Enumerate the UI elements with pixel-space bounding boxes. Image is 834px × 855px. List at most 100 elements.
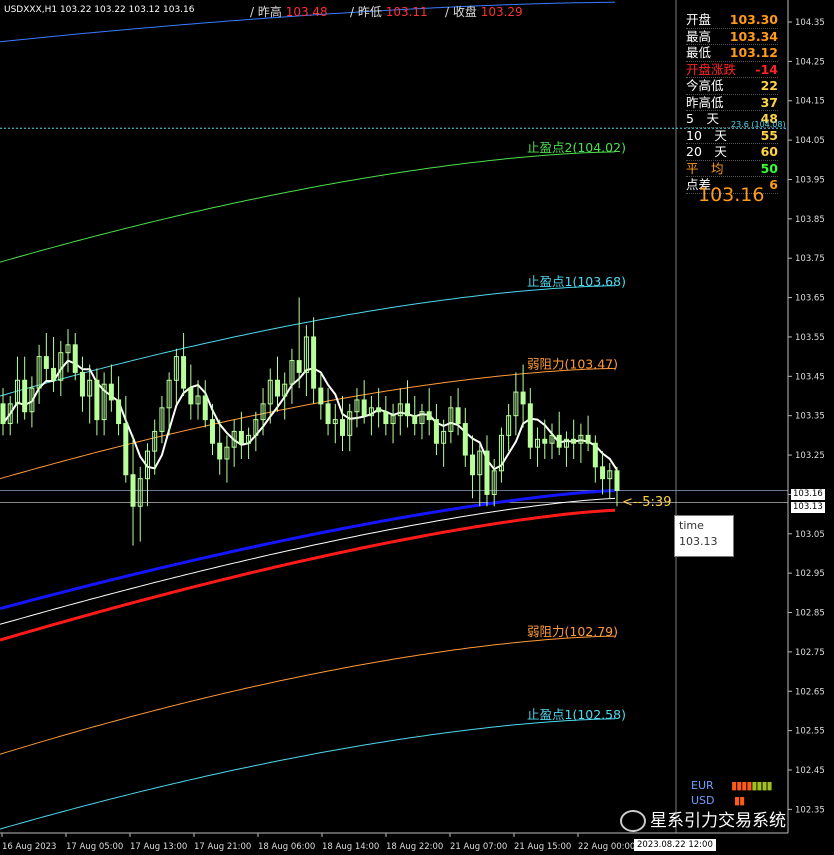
candle-body (51, 367, 57, 381)
candle-body (571, 438, 577, 444)
stats-key: 20 天 (686, 144, 727, 159)
candle-body (325, 403, 331, 425)
y-tick-label: 102.35 (795, 805, 825, 815)
candle-body (470, 454, 476, 476)
candle-body (592, 442, 598, 468)
candle-body (0, 403, 6, 425)
candle-body (274, 379, 280, 397)
candle-body (209, 419, 215, 444)
level-label: 弱阻力(103.47) (527, 356, 618, 371)
level-label: 止盈点1(103.68) (527, 274, 626, 289)
legend-eur: EUR ▮▮▮▮▮▮▮▮ (691, 779, 773, 792)
y-tick-label: 103.65 (795, 294, 825, 304)
stats-value: 22 (760, 78, 778, 93)
stats-row: 昨高低 37 (686, 94, 778, 111)
candle-body (108, 383, 114, 401)
x-tick-label: 18 Aug 06:00 (258, 842, 315, 852)
y-tick-label: 102.55 (795, 727, 825, 737)
symbol-header: USDXXX,H1 103.22 103.22 103.12 103.16 (4, 5, 195, 15)
candle-body (426, 411, 432, 421)
candle-body (542, 438, 548, 444)
candle-body (318, 387, 324, 405)
ma-blue (0, 489, 616, 611)
y-tick-label: 103.75 (795, 254, 825, 264)
fib-label: 23.6 (104.08) (731, 120, 786, 129)
y-tick-label: 103.25 (795, 451, 825, 461)
x-tick-label: 16 Aug 2023 (2, 842, 56, 852)
x-tick-label: 17 Aug 13:00 (130, 842, 187, 852)
yesterday-low: / 昨低 103.11 (350, 5, 428, 19)
y-tick-label: 103.55 (795, 333, 825, 343)
wechat-icon (620, 810, 646, 832)
candle-body (22, 379, 28, 413)
candle-body (361, 399, 367, 417)
candle-body (116, 399, 122, 425)
y-tick-label: 103.35 (795, 412, 825, 422)
ask-price-tag: 103.13 (791, 502, 825, 513)
x-tick-label: 17 Aug 21:00 (194, 842, 251, 852)
stats-key: 5 天 (686, 111, 719, 126)
cursor-time-label: 2023.08.22 12:00 (634, 839, 716, 851)
candle-body (311, 336, 317, 389)
stats-row: 今高低 22 (686, 78, 778, 95)
stats-row: 平 均 50 (686, 160, 778, 177)
y-tick-label: 102.65 (795, 687, 825, 697)
stats-row: 开盘涨跌 -14 (686, 61, 778, 78)
candle-body (376, 407, 382, 413)
y-tick-label: 104.15 (795, 97, 825, 107)
level-curve (0, 151, 616, 263)
level-label: 止盈点1(102.58) (527, 707, 626, 722)
x-tick-label: 18 Aug 22:00 (386, 842, 443, 852)
x-tick-label: 22 Aug 00:00 (578, 842, 635, 852)
candle-body (238, 430, 244, 444)
stats-row: 开盘 103.30 (686, 12, 778, 29)
candle-body (188, 387, 194, 405)
candle-body (123, 423, 129, 476)
candle-body (130, 474, 136, 507)
tooltip-title: time (679, 519, 704, 532)
stats-value: 103.30 (729, 12, 778, 27)
stats-value: 37 (760, 94, 778, 110)
x-tick-label: 18 Aug 14:00 (322, 842, 379, 852)
stats-row: 20 天 60 (686, 144, 778, 161)
candle-body (585, 434, 591, 444)
candle-body (94, 379, 100, 421)
stats-row: 最低 103.12 (686, 45, 778, 62)
level-curve (0, 718, 616, 830)
stats-value: 50 (760, 160, 778, 176)
candle-body (43, 356, 49, 369)
stats-row: 最高 103.34 (686, 28, 778, 45)
watermark: 星系引力交易系统 (620, 806, 786, 832)
candle-body (600, 466, 606, 480)
x-tick-label: 21 Aug 07:00 (450, 842, 507, 852)
stats-value: -14 (755, 61, 778, 77)
stats-key: 最高 (686, 28, 712, 44)
x-tick-label: 21 Aug 15:00 (514, 842, 571, 852)
candle-body (202, 395, 208, 421)
bid-price-tag: 103.16 (791, 489, 825, 500)
candle-body (520, 391, 526, 405)
candle-body (405, 403, 411, 417)
candle-body (383, 411, 389, 425)
stats-value: 103.12 (729, 45, 778, 60)
stats-key: 今高低 (686, 78, 724, 93)
y-tick-label: 103.95 (795, 175, 825, 185)
candle-body (614, 470, 620, 491)
countdown-label: <--5:39 (622, 495, 672, 510)
candle-body (527, 403, 533, 448)
yesterday-high: / 昨高 103.48 (250, 5, 328, 19)
y-tick-label: 102.45 (795, 766, 825, 776)
y-tick-label: 103.05 (795, 530, 825, 540)
candle-body (412, 415, 418, 425)
y-tick-label: 104.05 (795, 136, 825, 146)
level-curve (0, 635, 616, 755)
candle-body (72, 344, 78, 373)
candle-body (296, 360, 302, 373)
candle-body (79, 371, 85, 397)
stats-key: 平 均 (686, 160, 724, 176)
close-price: / 收盘 103.29 (445, 5, 523, 19)
stats-value: 55 (760, 127, 778, 143)
y-tick-label: 102.95 (795, 569, 825, 579)
crosshair-tooltip: time 103.13 (674, 515, 734, 557)
candle-body (181, 356, 187, 389)
